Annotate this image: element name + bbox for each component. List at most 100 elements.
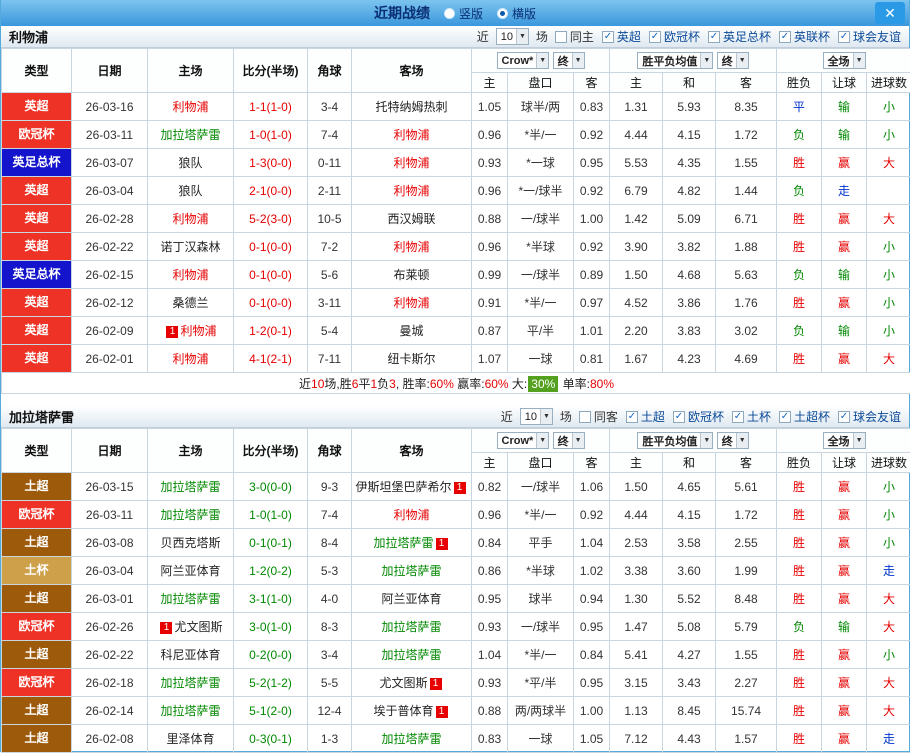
filter-label: 球会友谊 (853, 28, 901, 45)
checkbox-icon[interactable]: ✓ (602, 31, 614, 43)
cell-handicap: 球半/两 (508, 93, 574, 121)
cell-score: 4-1(2-1) (234, 345, 308, 373)
avg-time-value: 终 (722, 433, 733, 449)
table-body: 土超26-03-15加拉塔萨雷3-0(0-0)9-3伊斯坦堡巴萨希尔10.82一… (2, 473, 910, 753)
avg-type-value: 胜平负均值 (642, 53, 697, 69)
radio-icon[interactable] (444, 8, 455, 19)
cell-odds-home: 0.83 (472, 725, 508, 753)
checkbox-icon[interactable] (579, 411, 591, 423)
cell-odds-home: 0.96 (472, 177, 508, 205)
match-row: 英超26-03-16利物浦1-1(1-0)3-4托特纳姆热刺1.05球半/两0.… (2, 93, 910, 121)
filter-item[interactable]: 同客 (579, 408, 618, 425)
dropdown-arrow-icon: ▼ (572, 433, 584, 448)
match-row: 土超26-02-14加拉塔萨雷5-1(2-0)12-4埃于普体育10.88两/两… (2, 697, 910, 725)
avg-time-select[interactable]: 终▼ (717, 432, 749, 449)
recent-count-select[interactable]: 10▼ (496, 28, 529, 45)
checkbox-icon[interactable]: ✓ (649, 31, 661, 43)
league-badge: 土超 (2, 725, 71, 752)
col-avg-away: 客 (716, 73, 777, 93)
odds-time-select[interactable]: 终▼ (553, 52, 585, 69)
cell-league: 英超 (2, 317, 72, 345)
cell-avg-draw: 5.08 (663, 613, 716, 641)
cell-result-wdl: 负 (777, 121, 822, 149)
match-row: 土超26-03-15加拉塔萨雷3-0(0-0)9-3伊斯坦堡巴萨希尔10.82一… (2, 473, 910, 501)
cell-result-handicap: 输 (822, 121, 867, 149)
checkbox-icon[interactable] (555, 31, 567, 43)
team-cell-content: 利物浦 (393, 240, 429, 254)
cell-odds-away: 0.89 (574, 261, 610, 289)
odds-time-select[interactable]: 终▼ (553, 432, 585, 449)
cell-result-wdl: 胜 (777, 641, 822, 669)
cell-handicap: 一/球半 (508, 205, 574, 233)
match-row: 土杯26-03-04阿兰亚体育1-2(0-2)5-3加拉塔萨雷0.86*半球1.… (2, 557, 910, 585)
cell-odds-home: 0.86 (472, 557, 508, 585)
checkbox-icon[interactable]: ✓ (779, 411, 791, 423)
cell-odds-home: 0.96 (472, 121, 508, 149)
filter-item[interactable]: ✓欧冠杯 (649, 28, 700, 45)
team-cell-content: 布莱顿 (393, 268, 429, 282)
cell-result-handicap: 走 (822, 177, 867, 205)
cell-result-handicap: 赢 (822, 473, 867, 501)
scope-select[interactable]: 全场▼ (823, 432, 866, 449)
avg-type-select[interactable]: 胜平负均值▼ (637, 432, 713, 449)
filter-item[interactable]: ✓球会友谊 (838, 408, 901, 425)
match-row: 欧冠杯26-03-11加拉塔萨雷1-0(1-0)7-4利物浦0.96*半/一0.… (2, 501, 910, 529)
cell-date: 26-02-18 (72, 669, 148, 697)
cell-score: 5-2(3-0) (234, 205, 308, 233)
cell-handicap: 一/球半 (508, 613, 574, 641)
cell-date: 26-02-09 (72, 317, 148, 345)
cell-avg-draw: 3.86 (663, 289, 716, 317)
checkbox-icon[interactable]: ✓ (838, 411, 850, 423)
checkbox-icon[interactable]: ✓ (838, 31, 850, 43)
checkbox-icon[interactable]: ✓ (732, 411, 744, 423)
recent-count-select[interactable]: 10▼ (520, 408, 553, 425)
close-button[interactable]: ✕ (875, 2, 905, 24)
cell-avg-draw: 3.83 (663, 317, 716, 345)
cell-result-handicap: 赢 (822, 697, 867, 725)
team-cell-content: 利物浦 (393, 156, 429, 170)
team-name: 利物浦 (172, 268, 208, 282)
filter-item[interactable]: ✓球会友谊 (838, 28, 901, 45)
layout-radio-option[interactable]: 竖版 (444, 5, 483, 22)
team-name: 利物浦 (180, 324, 216, 338)
odds-company-select[interactable]: Crow*▼ (497, 52, 550, 69)
avg-time-select[interactable]: 终▼ (717, 52, 749, 69)
cell-avg-away: 5.61 (716, 473, 777, 501)
filter-item[interactable]: ✓土杯 (732, 408, 771, 425)
summary-part: 负 (377, 377, 389, 391)
filter-item[interactable]: ✓欧冠杯 (673, 408, 724, 425)
filter-item[interactable]: ✓英联杯 (779, 28, 830, 45)
match-row: 欧冠杯26-02-261尤文图斯3-0(1-0)8-3加拉塔萨雷0.93一/球半… (2, 613, 910, 641)
cell-result-handicap: 赢 (822, 585, 867, 613)
scope-value: 全场 (828, 53, 850, 69)
team-name: 加拉塔萨雷 (160, 480, 220, 494)
checkbox-icon[interactable]: ✓ (708, 31, 720, 43)
league-badge: 英超 (2, 233, 71, 260)
scope-select[interactable]: 全场▼ (823, 52, 866, 69)
cell-handicap: 平手 (508, 529, 574, 557)
cell-away-team: 利物浦 (352, 289, 472, 317)
odds-company-select[interactable]: Crow*▼ (497, 432, 550, 449)
cell-away-team: 利物浦 (352, 177, 472, 205)
filter-item[interactable]: ✓英超 (602, 28, 641, 45)
cell-league: 英超 (2, 93, 72, 121)
dropdown-arrow-icon: ▼ (736, 433, 748, 448)
checkbox-icon[interactable]: ✓ (626, 411, 638, 423)
cell-home-team: 诺丁汉森林 (148, 233, 234, 261)
avg-type-select[interactable]: 胜平负均值▼ (637, 52, 713, 69)
layout-radio-option[interactable]: 横版 (497, 5, 536, 22)
team-name: 贝西克塔斯 (160, 536, 220, 550)
cell-league: 欧冠杯 (2, 613, 72, 641)
filter-item[interactable]: 同主 (555, 28, 594, 45)
team-cell-content: 加拉塔萨雷 (160, 704, 220, 718)
cell-handicap: *一球 (508, 149, 574, 177)
scope-group-header: 全场▼ (777, 429, 910, 453)
filter-item[interactable]: ✓土超 (626, 408, 665, 425)
filter-item[interactable]: ✓土超杯 (779, 408, 830, 425)
summary-part: 60% (485, 377, 509, 391)
checkbox-icon[interactable]: ✓ (779, 31, 791, 43)
filter-item[interactable]: ✓英足总杯 (708, 28, 771, 45)
checkbox-icon[interactable]: ✓ (673, 411, 685, 423)
radio-icon[interactable] (497, 8, 508, 19)
popup-title: 近期战绩 (374, 3, 430, 23)
